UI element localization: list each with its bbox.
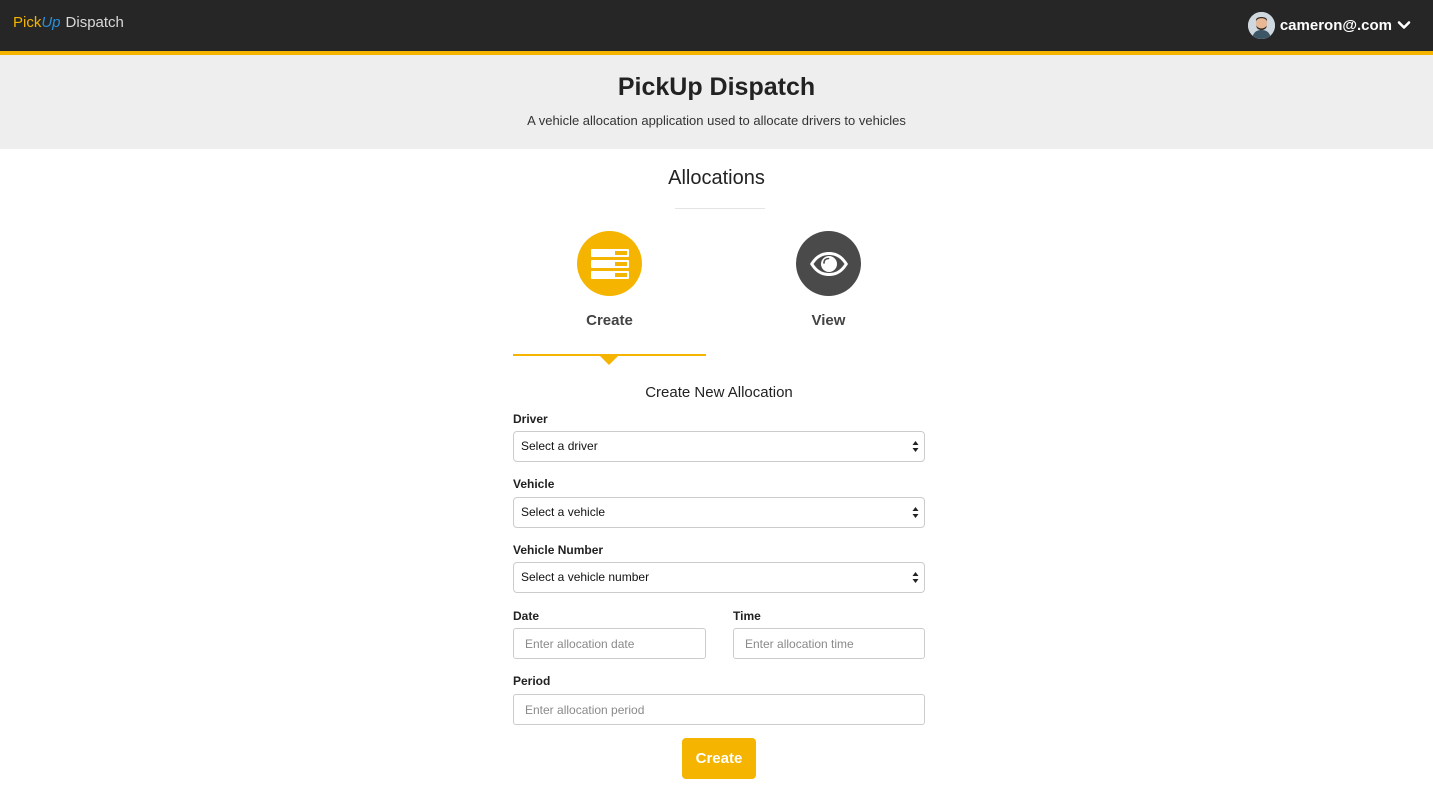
vehicle-number-select[interactable]: Select a vehicle number <box>513 562 925 593</box>
driver-select-value: Select a driver <box>521 439 598 453</box>
create-button[interactable]: Create <box>682 738 756 779</box>
vehicle-number-select-value: Select a vehicle number <box>521 570 650 584</box>
brand-part-dispatch: Dispatch <box>65 14 124 31</box>
hero-banner: PickUp Dispatch A vehicle allocation app… <box>0 55 1433 149</box>
user-menu[interactable]: cameron@.com <box>1247 11 1411 39</box>
vehicle-select[interactable]: Select a vehicle <box>513 497 925 528</box>
time-label: Time <box>733 609 761 623</box>
vehicle-select-value: Select a vehicle <box>521 505 606 519</box>
tab-create[interactable]: Create <box>513 230 706 340</box>
user-email: cameron@.com <box>1279 16 1392 34</box>
select-arrows-icon <box>912 572 919 583</box>
active-tab-caret <box>600 356 618 365</box>
vehicle-label: Vehicle <box>513 477 555 491</box>
eye-icon <box>809 251 848 276</box>
driver-select[interactable]: Select a driver <box>513 431 925 462</box>
tab-create-label: Create <box>586 312 633 329</box>
top-navbar: PickUp Dispatch cameron@.com <box>0 0 1433 51</box>
tab-view-label: View <box>811 312 846 329</box>
brand-part-up: Up <box>41 14 61 31</box>
list-form-icon <box>590 248 629 279</box>
driver-label: Driver <box>513 412 548 426</box>
tab-view-circle <box>796 231 861 296</box>
period-input[interactable] <box>513 694 925 725</box>
select-arrows-icon <box>912 441 919 452</box>
brand-part-pick: Pick <box>13 14 42 31</box>
page-subtitle: A vehicle allocation application used to… <box>527 113 906 128</box>
brand-logo[interactable]: PickUp Dispatch <box>13 14 124 32</box>
tab-create-circle <box>577 231 642 296</box>
select-arrows-icon <box>912 507 919 518</box>
date-input[interactable] <box>513 628 706 659</box>
time-input[interactable] <box>733 628 925 659</box>
form-title: Create New Allocation <box>645 384 793 401</box>
page-title: PickUp Dispatch <box>617 73 816 101</box>
tab-view[interactable]: View <box>732 230 925 340</box>
section-title: Allocations <box>668 167 765 189</box>
chevron-down-icon <box>1397 21 1411 29</box>
vehicle-number-label: Vehicle Number <box>513 543 604 557</box>
period-label: Period <box>513 674 551 688</box>
date-label: Date <box>513 609 540 623</box>
section-divider <box>675 208 765 209</box>
avatar <box>1247 11 1275 39</box>
